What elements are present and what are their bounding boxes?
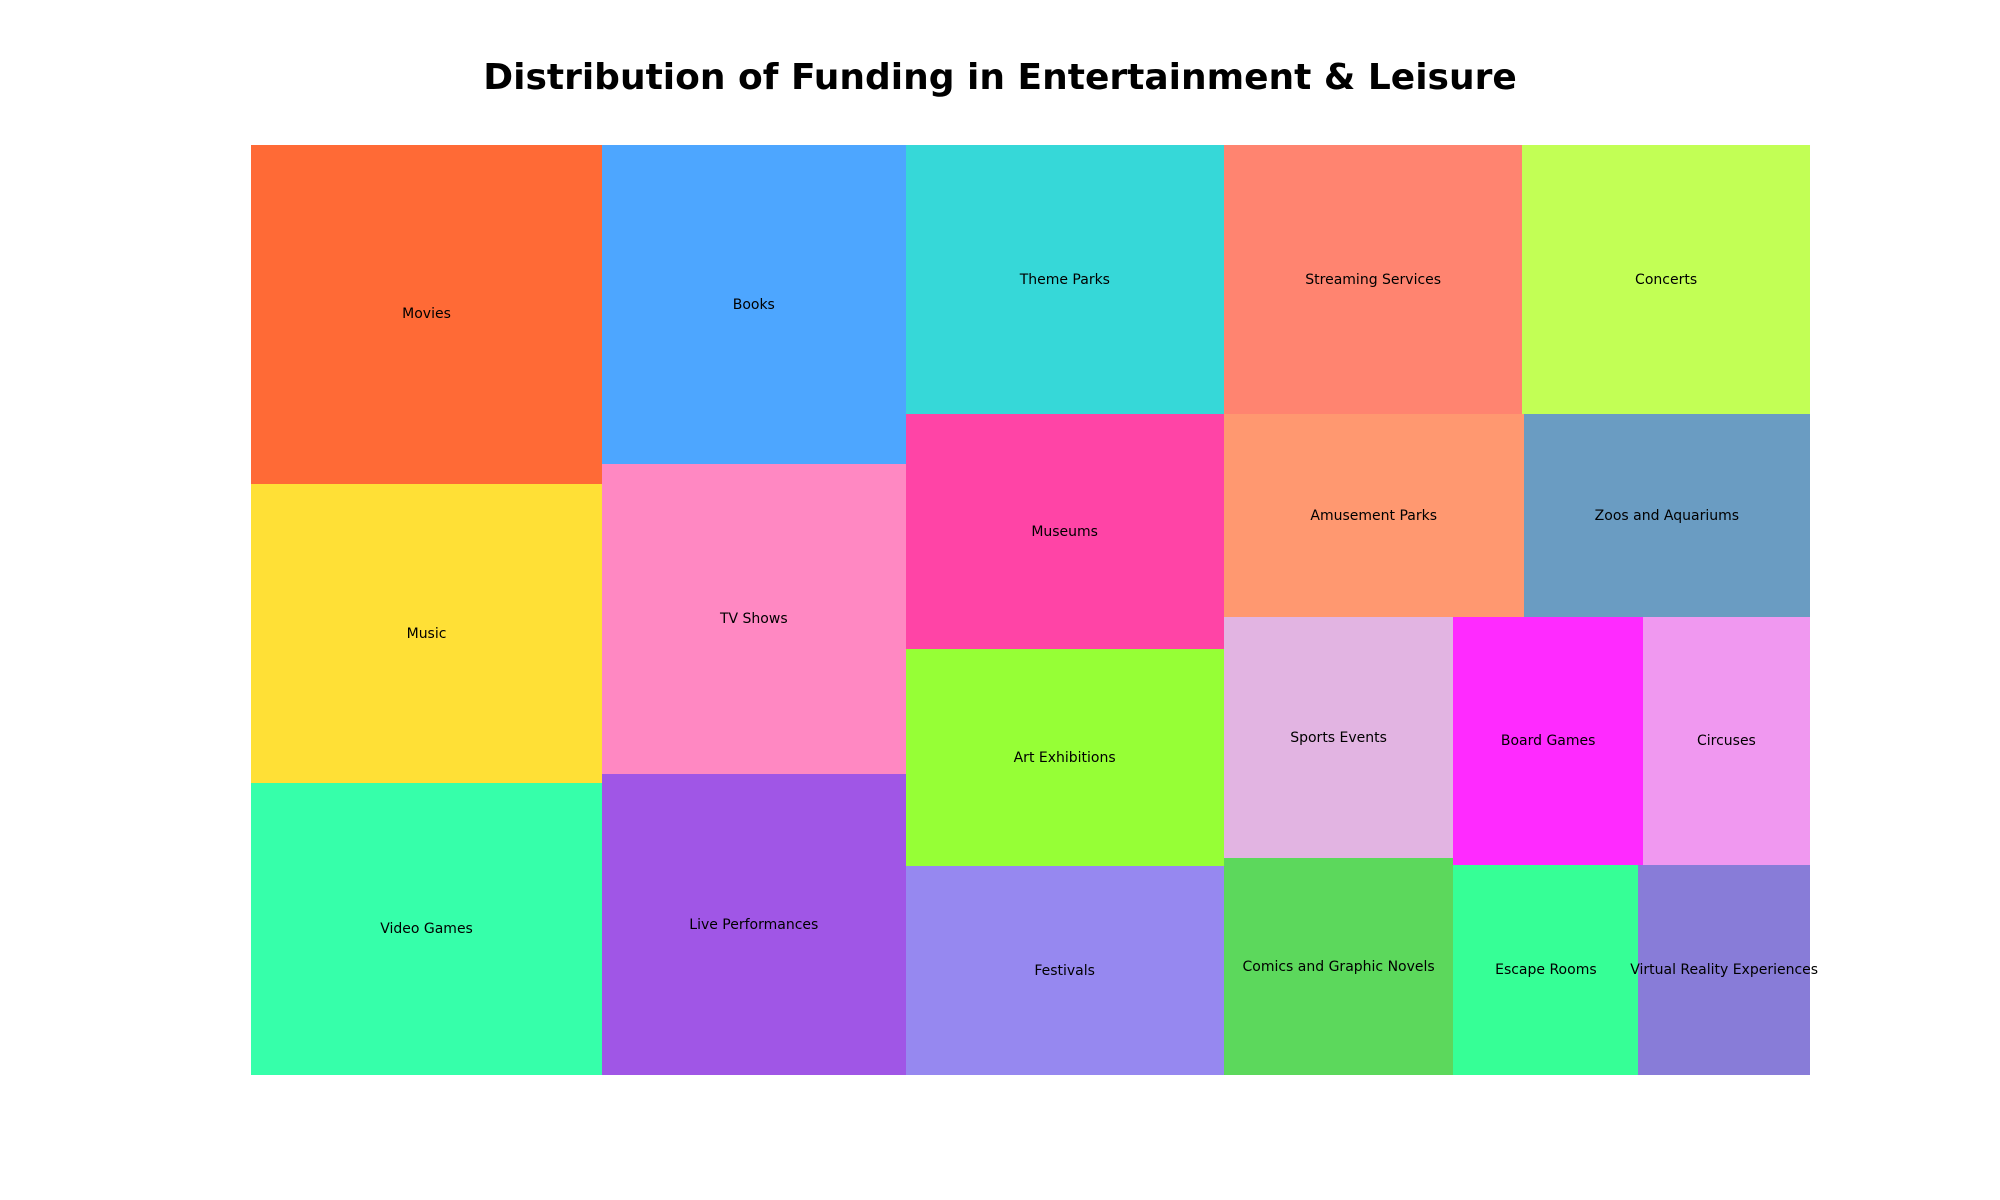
treemap-tile-streaming-services: Streaming Services bbox=[1224, 145, 1523, 415]
treemap-tile-label: Escape Rooms bbox=[1495, 962, 1597, 979]
treemap-tile-video-games: Video Games bbox=[251, 783, 603, 1075]
treemap-tile-label: TV Shows bbox=[719, 611, 788, 628]
treemap-tile-concerts: Concerts bbox=[1522, 145, 1810, 415]
treemap-tile-comics-and-graphic-novels: Comics and Graphic Novels bbox=[1223, 858, 1454, 1075]
treemap-tile-label: Live Performances bbox=[689, 916, 819, 933]
treemap-tile-label: Concerts bbox=[1635, 271, 1698, 288]
treemap-tile-books: Books bbox=[602, 145, 906, 465]
treemap-tile-label: Streaming Services bbox=[1305, 271, 1442, 288]
treemap-tile-art-exhibitions: Art Exhibitions bbox=[905, 648, 1224, 867]
treemap-tile-label: Art Exhibitions bbox=[1013, 749, 1116, 766]
treemap-tile-label: Theme Parks bbox=[1019, 271, 1110, 288]
treemap-tile-circuses: Circuses bbox=[1642, 617, 1810, 866]
treemap-tile-label: Circuses bbox=[1696, 733, 1756, 750]
treemap-tile-tv-shows: TV Shows bbox=[602, 464, 906, 775]
treemap-tile-label: Virtual Reality Experiences bbox=[1630, 962, 1819, 979]
treemap-tile-label: Music bbox=[406, 625, 447, 642]
treemap-tile-label: Museums bbox=[1031, 523, 1098, 540]
treemap-tile-label: Festivals bbox=[1034, 962, 1095, 979]
treemap-tile-sports-events: Sports Events bbox=[1223, 617, 1454, 859]
treemap-tile-festivals: Festivals bbox=[905, 866, 1224, 1075]
treemap-tile-label: Movies bbox=[402, 306, 451, 323]
treemap-tile-music: Music bbox=[251, 483, 603, 784]
treemap-plot-area: Movies Music Video Games Books TV Shows Live … bbox=[251, 145, 1819, 1075]
treemap-tile-label: Board Games bbox=[1500, 733, 1596, 750]
treemap-tile-escape-rooms: Escape Rooms bbox=[1453, 865, 1639, 1075]
treemap-tile-virtual-reality-experiences: Virtual Reality Experiences bbox=[1630, 865, 1819, 1075]
treemap-tile-label: Sports Events bbox=[1290, 729, 1387, 746]
treemap-tile-board-games: Board Games bbox=[1453, 617, 1643, 866]
treemap-tile-label: Comics and Graphic Novels bbox=[1242, 958, 1435, 975]
chart-title: Distribution of Funding in Entertainment… bbox=[483, 57, 1517, 98]
chart-page: Distribution of Funding in Entertainment… bbox=[0, 0, 2000, 1200]
treemap-tile-movies: Movies bbox=[251, 145, 603, 484]
treemap-tile-label: Video Games bbox=[380, 921, 473, 938]
treemap-tile-museums: Museums bbox=[905, 414, 1224, 649]
treemap-tile-live-performances: Live Performances bbox=[602, 774, 906, 1075]
treemap-tile-amusement-parks: Amusement Parks bbox=[1223, 414, 1524, 618]
treemap-tile-label: Zoos and Aquariums bbox=[1594, 507, 1740, 524]
treemap-tile-label: Books bbox=[732, 296, 775, 313]
treemap-tile-label: Amusement Parks bbox=[1310, 507, 1438, 524]
treemap-tile-theme-parks: Theme Parks bbox=[905, 145, 1225, 415]
treemap-tile-zoos-and-aquariums: Zoos and Aquariums bbox=[1523, 414, 1810, 618]
